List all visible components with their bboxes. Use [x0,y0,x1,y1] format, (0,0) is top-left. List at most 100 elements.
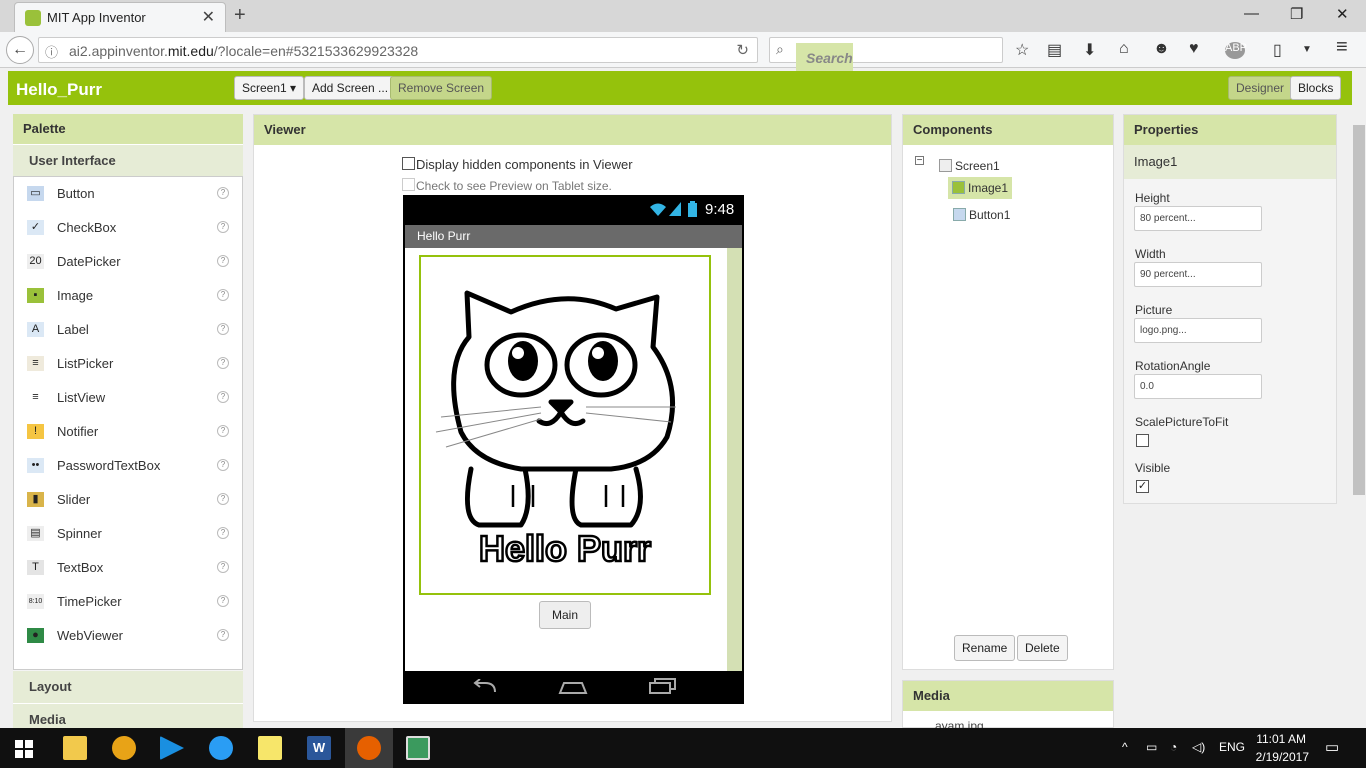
help-icon[interactable]: ? [217,187,229,199]
palette-category-layout[interactable]: Layout [13,671,243,703]
delete-button[interactable]: Delete [1017,635,1068,661]
maximize-icon[interactable]: ❐ [1290,5,1303,23]
menu-icon[interactable]: ≡ [1336,36,1348,59]
palette-item-notifier[interactable]: ! Notifier? [14,415,242,449]
adblock-icon[interactable]: ABP [1225,42,1247,59]
help-icon[interactable]: ? [217,595,229,607]
pdf-icon[interactable]: ▯ [1273,40,1282,60]
android-recents-icon[interactable] [648,678,678,694]
add-screen-button[interactable]: Add Screen ... [304,76,397,100]
file-explorer-icon[interactable] [63,736,87,760]
palette-item-spinner[interactable]: ▤ Spinner? [14,517,242,551]
palette-category-media[interactable]: Media [13,703,243,728]
main-button[interactable]: Main [539,601,591,629]
palette-item-datepicker[interactable]: 20 DatePicker? [14,245,242,279]
palette-item-button[interactable]: ▭ Button? [14,177,242,211]
help-icon[interactable]: ? [217,425,229,437]
help-icon[interactable]: ? [217,289,229,301]
tablet-preview-row[interactable]: Check to see Preview on Tablet size. [402,178,612,193]
palette-item-image[interactable]: ▪ Image? [14,279,242,313]
phone-screen: Hello Purr Main [405,248,727,671]
designer-button[interactable]: Designer [1228,76,1293,100]
sync-app-icon[interactable] [209,736,233,760]
collapse-tree-icon[interactable]: − [915,156,924,166]
tree-button1[interactable]: Button1 [953,208,1010,222]
help-icon[interactable]: ? [217,221,229,233]
battery-tray-icon[interactable]: ▭ [1146,740,1157,754]
taskbar-date[interactable]: 2/19/2017 [1253,750,1309,764]
media-player-icon[interactable] [160,736,184,760]
sticky-notes-icon[interactable] [258,736,282,760]
help-icon[interactable]: ? [217,629,229,641]
close-window-icon[interactable]: ✕ [1336,5,1349,23]
hidden-components-checkbox[interactable] [402,157,415,170]
palette-item-passwordtextbox[interactable]: •• PasswordTextBox? [14,449,242,483]
palette-item-label[interactable]: A Label? [14,313,242,347]
taskbar-time[interactable]: 11:01 AM [1256,732,1306,746]
back-arrow-icon[interactable]: ← [6,36,34,64]
help-icon[interactable]: ? [217,357,229,369]
palette-category-user-interface[interactable]: User Interface [13,144,243,176]
palette-item-timepicker[interactable]: 8:10 TimePicker? [14,585,242,619]
help-icon[interactable]: ? [217,459,229,471]
help-icon[interactable]: ? [217,255,229,267]
hidden-components-row[interactable]: Display hidden components in Viewer [402,157,633,172]
android-back-icon[interactable] [471,679,499,695]
bookmark-star-icon[interactable]: ☆ [1015,40,1029,60]
help-icon[interactable]: ? [217,493,229,505]
browser-tab[interactable]: MIT App Inventor ✕ [14,2,226,32]
close-tab-icon[interactable]: ✕ [202,7,215,27]
search-bar[interactable]: ⌕ Search [769,37,1003,73]
reading-list-icon[interactable]: ▤ [1047,40,1062,60]
tree-image1[interactable]: Image1 [948,177,1013,199]
visible-checkbox[interactable]: ✓ [1136,480,1149,493]
phone-scrollbar[interactable] [727,248,742,671]
volume-tray-icon[interactable]: ◁) [1192,740,1205,754]
hello-icon[interactable]: ☻ [1153,40,1170,58]
palette-item-listview[interactable]: ≡ ListView? [14,381,242,415]
network-tray-icon[interactable]: ◔ [1170,740,1177,754]
screen-select[interactable]: Screen1 ▾ [234,76,305,100]
android-home-icon[interactable] [558,679,588,695]
tray-chevron-icon[interactable]: ^ [1122,740,1128,754]
language-indicator[interactable]: ENG [1219,740,1245,754]
photos-icon[interactable] [406,736,430,760]
palette-item-checkbox[interactable]: ✓ CheckBox? [14,211,242,245]
palette-item-webviewer[interactable]: ● WebViewer? [14,619,242,653]
scale-picture-checkbox[interactable] [1136,434,1149,447]
minimize-icon[interactable]: — [1244,5,1259,22]
blocks-button[interactable]: Blocks [1290,76,1342,100]
remove-screen-button[interactable]: Remove Screen [390,76,493,100]
firefox-icon[interactable] [357,736,381,760]
media-title: Media [903,681,1113,711]
home-icon[interactable]: ⌂ [1119,40,1129,58]
palette-item-slider[interactable]: ▮ Slider? [14,483,242,517]
palette-item-textbox[interactable]: T TextBox? [14,551,242,585]
help-icon[interactable]: ? [217,323,229,335]
help-icon[interactable]: ? [217,391,229,403]
width-field[interactable]: 90 percent... [1134,262,1262,287]
windows-start-icon[interactable] [15,740,33,758]
pocket-icon[interactable]: ♥ [1189,40,1199,58]
info-icon[interactable]: ⓘ [45,42,58,61]
rotation-angle-field[interactable]: 0.0 [1134,374,1262,399]
vlc-icon[interactable] [112,736,136,760]
help-icon[interactable]: ? [217,527,229,539]
url-bar[interactable]: ⓘ ai2.appinventor.mit.edu/?locale=en#532… [38,37,758,63]
image1-component[interactable]: Hello Purr [419,255,711,595]
reload-icon[interactable]: ↻ [736,41,749,59]
tablet-preview-checkbox[interactable] [402,178,415,191]
tree-screen1[interactable]: Screen1 [939,159,1000,173]
media-file-item[interactable]: ayam.jpg [935,719,984,728]
help-icon[interactable]: ? [217,561,229,573]
dropdown-icon[interactable]: ▼ [1302,44,1312,55]
new-tab-icon[interactable]: + [234,4,246,27]
notifications-icon[interactable]: ▭ [1325,738,1339,756]
page-scrollbar-thumb[interactable] [1353,125,1365,495]
picture-field[interactable]: logo.png... [1134,318,1262,343]
height-field[interactable]: 80 percent... [1134,206,1262,231]
download-icon[interactable]: ⬇ [1083,40,1096,60]
rename-button[interactable]: Rename [954,635,1016,661]
word-icon[interactable]: W [307,736,331,760]
palette-item-listpicker[interactable]: ≡ ListPicker? [14,347,242,381]
